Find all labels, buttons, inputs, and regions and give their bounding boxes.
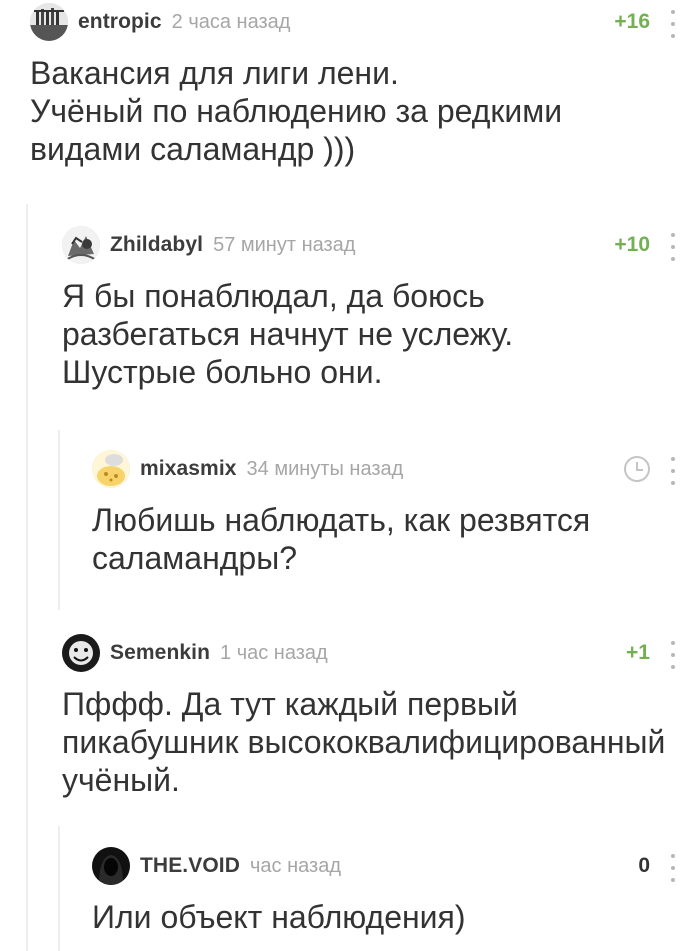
comment-entropic: entropic 2 часа назад +16 Вакансия для л…: [30, 2, 690, 192]
comment-text: Или объект наблюдения): [92, 899, 466, 935]
comment-mixasmix: mixasmix 34 минуты назад Любишь наблюдат…: [92, 449, 690, 589]
rating: +1: [626, 641, 650, 664]
comment-thevoid: THE.VOID час назад 0 Или объект наблюден…: [92, 846, 690, 946]
thread-line-level-2b[interactable]: [58, 826, 60, 951]
username[interactable]: Semenkin: [110, 641, 210, 665]
comment-text: Пффф. Да тут каждый первый пикабушник вы…: [62, 686, 666, 798]
avatar-mixasmix-icon[interactable]: [92, 450, 130, 488]
comment-text: Я бы понаблюдал, да боюсь разбегаться на…: [62, 278, 514, 390]
comment-header: Zhildabyl 57 минут назад: [62, 225, 690, 265]
comment-time[interactable]: 2 часа назад: [172, 11, 291, 34]
username[interactable]: Zhildabyl: [110, 233, 203, 257]
thread-line-level-2[interactable]: [58, 430, 60, 610]
comment-text: Вакансия для лиги лени. Учёный по наблюд…: [30, 55, 563, 167]
rating: +16: [614, 10, 650, 33]
more-options-icon[interactable]: [668, 231, 678, 263]
comment-header: Semenkin 1 час назад: [62, 633, 690, 673]
comment-time[interactable]: 1 час назад: [220, 642, 328, 665]
more-options-icon[interactable]: [668, 852, 678, 884]
avatar-thevoid-icon[interactable]: [92, 847, 130, 885]
comment-header: mixasmix 34 минуты назад: [92, 449, 690, 489]
comment-time[interactable]: час назад: [250, 855, 341, 878]
rating: 0: [638, 854, 650, 877]
more-options-icon[interactable]: [668, 455, 678, 487]
comment-time[interactable]: 34 минуты назад: [247, 458, 404, 481]
comment-time[interactable]: 57 минут назад: [213, 234, 355, 257]
thread-line-level-1[interactable]: [26, 204, 28, 951]
rating: +10: [614, 233, 650, 256]
more-options-icon[interactable]: [668, 639, 678, 671]
username[interactable]: THE.VOID: [140, 854, 240, 878]
clock-icon: [624, 456, 650, 482]
comment-zhildabyl: Zhildabyl 57 минут назад +10 Я бы понабл…: [62, 225, 690, 405]
more-options-icon[interactable]: [668, 8, 678, 40]
username[interactable]: mixasmix: [140, 457, 237, 481]
avatar-entropic-icon[interactable]: [30, 3, 68, 41]
comment-text: Любишь наблюдать, как резвятся саламандр…: [92, 502, 591, 576]
avatar-zhildabyl-icon[interactable]: [62, 226, 100, 264]
comment-semenkin: Semenkin 1 час назад +1 Пффф. Да тут каж…: [62, 633, 690, 813]
avatar-semenkin-icon[interactable]: [62, 634, 100, 672]
username[interactable]: entropic: [78, 10, 162, 34]
comment-header: entropic 2 часа назад: [30, 2, 690, 42]
comment-header: THE.VOID час назад: [92, 846, 690, 886]
